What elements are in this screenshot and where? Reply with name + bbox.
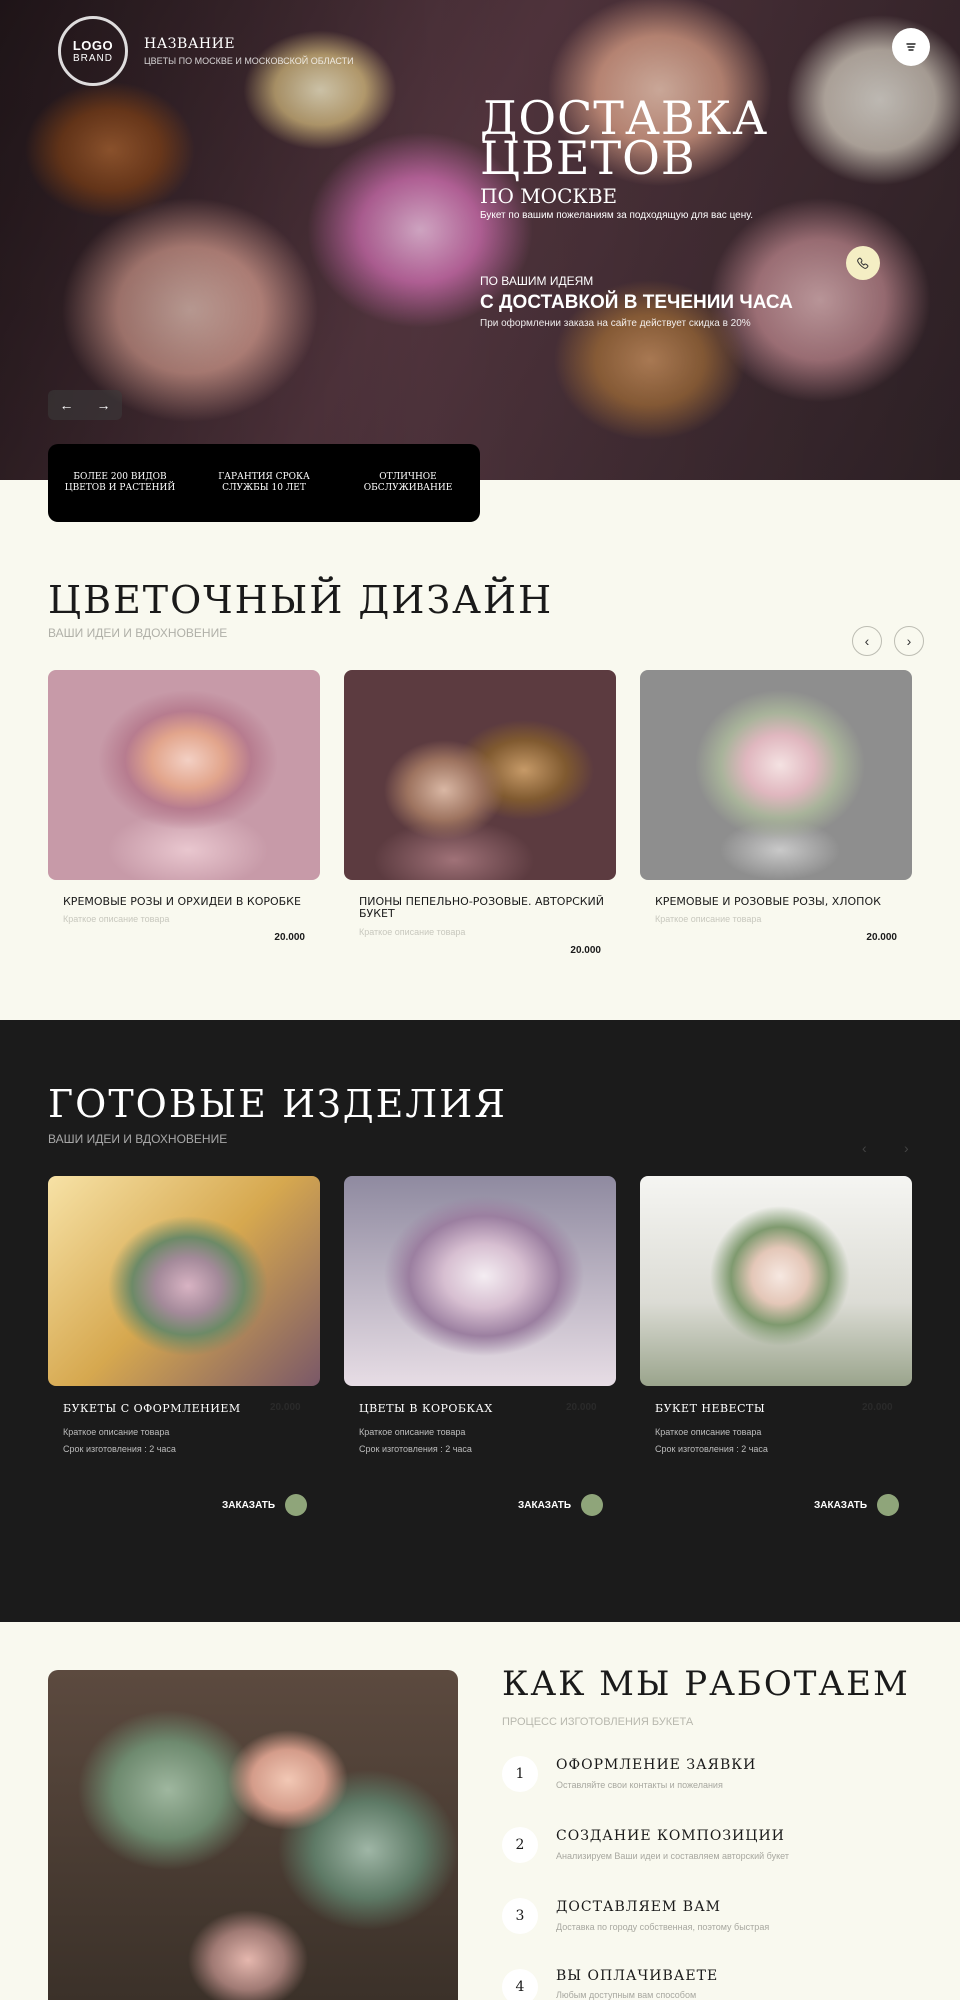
- step-number: 4: [502, 1969, 538, 2000]
- hero-title: ДОСТАВКА ЦВЕТОВ: [480, 95, 768, 181]
- work-process-image: [48, 1670, 458, 2000]
- product-image[interactable]: [48, 1176, 320, 1386]
- phone-icon: [857, 257, 869, 269]
- product-image[interactable]: [640, 670, 912, 880]
- ready-section-subtitle: ВАШИ ИДЕИ И ВДОХНОВЕНИЕ: [48, 1132, 228, 1146]
- product-description: Краткое описание товара: [63, 1427, 170, 1437]
- product-image[interactable]: [640, 1176, 912, 1386]
- product-description: Краткое описание товара: [655, 914, 762, 924]
- order-button[interactable]: ЗАКАЗАТЬ: [518, 1494, 604, 1516]
- promo-title: С ДОСТАВКОЙ В ТЕЧЕНИИ ЧАСА: [480, 292, 793, 313]
- hero-prev-arrow-icon[interactable]: ←: [60, 397, 74, 413]
- product-name[interactable]: ЦВЕТЫ В КОРОБКАХ: [359, 1402, 493, 1415]
- hero-description: Букет по вашим пожеланиям за подходящую …: [480, 210, 754, 221]
- step-title: ДОСТАВЛЯЕМ ВАМ: [556, 1899, 722, 1915]
- order-button-label: ЗАКАЗАТЬ: [222, 1499, 276, 1511]
- feature-item: ОТЛИЧНОЕ ОБСЛУЖИВАНИЕ: [363, 472, 453, 493]
- step-description: Доставка по городу собственная, поэтому …: [556, 1922, 770, 1932]
- production-time: Срок изготовления : 2 часа: [63, 1444, 176, 1454]
- product-price: 20.000: [862, 1402, 893, 1413]
- hero-banner: LOGO BRAND НАЗВАНИЕ ЦВЕТЫ ПО МОСКВЕ И МО…: [0, 0, 960, 480]
- product-name[interactable]: КРЕМОВЫЕ И РОЗОВЫЕ РОЗЫ, ХЛОПОК: [655, 896, 905, 908]
- design-section-title: ЦВЕТОЧНЫЙ ДИЗАЙН: [48, 578, 554, 622]
- ready-section-title: ГОТОВЫЕ ИЗДЕЛИЯ: [48, 1082, 507, 1126]
- product-price: 20.000: [570, 945, 601, 956]
- work-section-subtitle: ПРОЦЕСС ИЗГОТОВЛЕНИЯ БУКЕТА: [502, 1716, 694, 1728]
- step-title: ВЫ ОПЛАЧИВАЕТЕ: [556, 1968, 719, 1984]
- hero-subtitle: ПО МОСКВЕ: [480, 184, 618, 208]
- step-description: Любым доступным вам способом: [556, 1990, 697, 2000]
- product-name[interactable]: БУКЕТЫ С ОФОРМЛЕНИЕМ: [63, 1402, 241, 1415]
- product-image[interactable]: [344, 670, 616, 880]
- brand-logo[interactable]: LOGO BRAND: [58, 16, 128, 86]
- features-bar: БОЛЕЕ 200 ВИДОВ ЦВЕТОВ И РАСТЕНИЙ ГАРАНТ…: [48, 444, 480, 522]
- order-dot-icon: [581, 1494, 604, 1516]
- product-image[interactable]: [344, 1176, 616, 1386]
- product-description: Краткое описание товара: [359, 927, 466, 937]
- product-price: 20.000: [866, 932, 897, 943]
- order-button[interactable]: ЗАКАЗАТЬ: [222, 1494, 308, 1516]
- hero-next-arrow-icon[interactable]: →: [97, 397, 111, 413]
- product-price: 20.000: [270, 1402, 301, 1413]
- logo-main-text: LOGO: [72, 38, 114, 53]
- design-prev-button[interactable]: ‹: [852, 626, 882, 656]
- design-next-button[interactable]: ›: [894, 626, 924, 656]
- order-dot-icon: [285, 1494, 308, 1516]
- step-number: 3: [502, 1898, 538, 1934]
- product-description: Краткое описание товара: [359, 1427, 466, 1437]
- production-time: Срок изготовления : 2 часа: [655, 1444, 768, 1454]
- product-name[interactable]: ПИОНЫ ПЕПЕЛЬНО-РОЗОВЫЕ. АВТОРСКИЙ БУКЕТ: [359, 896, 609, 920]
- step-number: 2: [502, 1827, 538, 1863]
- step-title: СОЗДАНИЕ КОМПОЗИЦИИ: [556, 1828, 785, 1844]
- ready-prev-button[interactable]: ‹: [862, 1140, 867, 1156]
- production-time: Срок изготовления : 2 часа: [359, 1444, 472, 1454]
- order-button-label: ЗАКАЗАТЬ: [518, 1499, 572, 1511]
- phone-button[interactable]: [846, 246, 880, 280]
- work-section-title: КАК МЫ РАБОТАЕМ: [502, 1664, 910, 1704]
- order-dot-icon: [877, 1494, 900, 1516]
- product-name[interactable]: КРЕМОВЫЕ РОЗЫ И ОРХИДЕИ В КОРОБКЕ: [63, 896, 313, 908]
- order-button-label: ЗАКАЗАТЬ: [814, 1499, 868, 1511]
- ready-next-button[interactable]: ›: [904, 1140, 909, 1156]
- product-description: Краткое описание товара: [655, 1427, 762, 1437]
- step-description: Оставляйте свои контакты и пожелания: [556, 1780, 723, 1790]
- order-button[interactable]: ЗАКАЗАТЬ: [814, 1494, 900, 1516]
- menu-icon: [906, 43, 916, 51]
- hero-title-line2: ЦВЕТОВ: [480, 131, 696, 185]
- feature-item: БОЛЕЕ 200 ВИДОВ ЦВЕТОВ И РАСТЕНИЙ: [64, 472, 176, 493]
- design-section-subtitle: ВАШИ ИДЕИ И ВДОХНОВЕНИЕ: [48, 626, 228, 640]
- step-description: Анализируем Ваши идеи и составляем автор…: [556, 1851, 789, 1861]
- step-number: 1: [502, 1756, 538, 1792]
- product-name[interactable]: БУКЕТ НЕВЕСТЫ: [655, 1402, 765, 1415]
- hero-slider-nav: ← →: [48, 390, 122, 420]
- step-title: ОФОРМЛЕНИЕ ЗАЯВКИ: [556, 1757, 757, 1773]
- menu-button[interactable]: [892, 28, 930, 66]
- product-image[interactable]: [48, 670, 320, 880]
- product-description: Краткое описание товара: [63, 914, 170, 924]
- promo-note: При оформлении заказа на сайте действует…: [480, 318, 751, 329]
- brand-name: НАЗВАНИЕ: [144, 36, 236, 52]
- feature-item: ГАРАНТИЯ СРОКА СЛУЖБЫ 10 ЛЕТ: [218, 472, 310, 493]
- logo-sub-text: BRAND: [72, 53, 113, 64]
- product-price: 20.000: [274, 932, 305, 943]
- promo-kicker: ПО ВАШИМ ИДЕЯМ: [480, 274, 594, 288]
- brand-tagline: ЦВЕТЫ ПО МОСКВЕ И МОСКОВСКОЙ ОБЛАСТИ: [144, 56, 354, 66]
- product-price: 20.000: [566, 1402, 597, 1413]
